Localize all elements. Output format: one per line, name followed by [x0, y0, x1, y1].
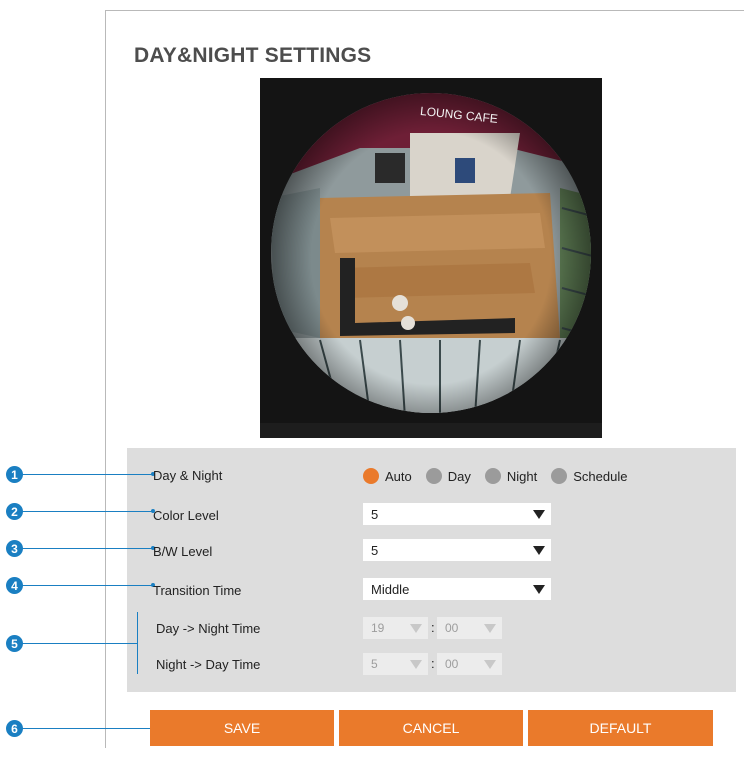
transition-time-select[interactable]: Middle — [363, 578, 551, 600]
bw-level-label: B/W Level — [153, 544, 213, 559]
radio-day[interactable]: Day — [425, 468, 471, 484]
day-to-night-minute-value: 00 — [445, 621, 459, 635]
dropdown-arrow-icon[interactable] — [533, 585, 545, 594]
callout-line-6 — [22, 728, 153, 729]
day-to-night-label: Day -> Night Time — [156, 621, 261, 636]
dropdown-arrow-icon[interactable] — [484, 660, 496, 669]
night-to-day-hour-value: 5 — [371, 657, 378, 671]
callout-badge-5: 5 — [6, 635, 23, 652]
dropdown-arrow-icon[interactable] — [484, 624, 496, 633]
radio-schedule[interactable]: Schedule — [551, 468, 627, 484]
callout-line-2 — [22, 511, 153, 512]
night-to-day-minute-select[interactable]: 00 — [437, 653, 502, 675]
callout-badge-3: 3 — [6, 540, 23, 557]
radio-auto[interactable]: Auto — [363, 468, 412, 484]
bw-level-select[interactable]: 5 — [363, 539, 551, 561]
cancel-button[interactable]: CANCEL — [339, 710, 523, 746]
radio-unselected-icon[interactable] — [484, 468, 501, 484]
dropdown-arrow-icon[interactable] — [533, 510, 545, 519]
callout-badge-1: 1 — [6, 466, 23, 483]
radio-day-label: Day — [447, 468, 471, 484]
dropdown-arrow-icon[interactable] — [410, 624, 422, 633]
page-title: DAY&NIGHT SETTINGS — [134, 44, 372, 67]
color-level-value: 5 — [371, 506, 379, 522]
callout-badge-4: 4 — [6, 577, 23, 594]
default-button[interactable]: DEFAULT — [528, 710, 713, 746]
frame-left-border — [105, 10, 106, 748]
callout-badge-6: 6 — [6, 720, 23, 737]
day-night-radio-group: Auto Day Night Schedule — [363, 466, 641, 486]
frame-top-border — [105, 10, 744, 11]
camera-preview: LOUNG CAFE — [260, 78, 602, 438]
day-to-night-minute-select[interactable]: 00 — [437, 617, 502, 639]
day-night-label: Day & Night — [153, 468, 223, 483]
radio-auto-label: Auto — [385, 468, 412, 484]
night-to-day-hour-select[interactable]: 5 — [363, 653, 428, 675]
radio-night-label: Night — [506, 468, 538, 484]
dropdown-arrow-icon[interactable] — [533, 546, 545, 555]
transition-time-label: Transition Time — [153, 583, 242, 598]
night-to-day-minute-value: 00 — [445, 657, 459, 671]
radio-unselected-icon[interactable] — [425, 468, 442, 484]
callout-badge-2: 2 — [6, 503, 23, 520]
night-to-day-label: Night -> Day Time — [156, 657, 261, 672]
transition-time-value: Middle — [371, 581, 410, 597]
bw-level-value: 5 — [371, 542, 379, 558]
radio-night[interactable]: Night — [484, 468, 538, 484]
day-to-night-hour-select[interactable]: 19 — [363, 617, 428, 639]
radio-unselected-icon[interactable] — [551, 468, 568, 484]
callout-line-3 — [22, 548, 153, 549]
color-level-select[interactable]: 5 — [363, 503, 551, 525]
radio-schedule-label: Schedule — [573, 468, 628, 484]
color-level-label: Color Level — [153, 508, 219, 523]
callout-line-5 — [22, 643, 138, 644]
time-separator: : — [431, 620, 435, 635]
radio-selected-icon[interactable] — [363, 468, 379, 484]
callout-line-4 — [22, 585, 153, 586]
day-to-night-hour-value: 19 — [371, 621, 385, 635]
callout-line-1 — [22, 474, 153, 475]
save-button[interactable]: SAVE — [150, 710, 334, 746]
time-separator: : — [431, 656, 435, 671]
dropdown-arrow-icon[interactable] — [410, 660, 422, 669]
